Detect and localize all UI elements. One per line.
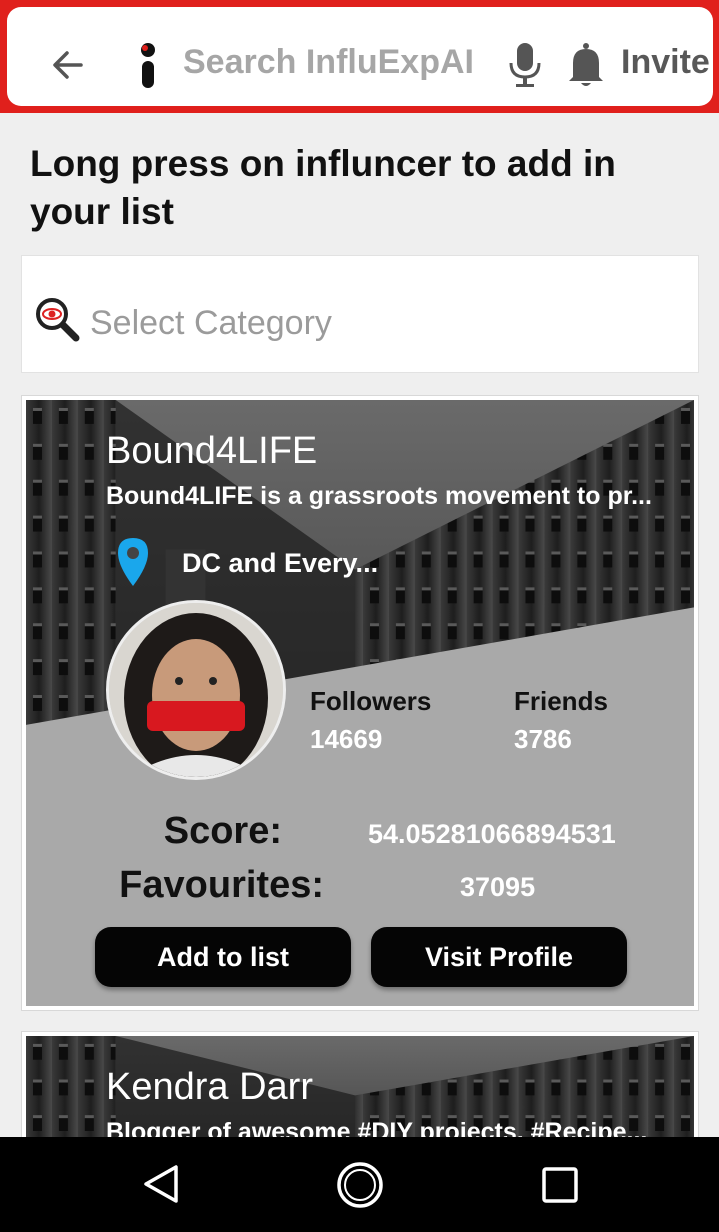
nav-recent-square-icon[interactable] — [540, 1165, 580, 1205]
favourites-value: 37095 — [460, 872, 536, 902]
influencer-card[interactable]: Bound4LIFE Bound4LIFE is a grassroots mo… — [21, 395, 699, 1011]
influencer-location: DC and Every... — [182, 548, 379, 578]
score-label: Score: — [163, 810, 282, 852]
friends-label: Friends — [514, 686, 608, 716]
category-placeholder: Select Category — [90, 304, 332, 342]
magnifier-eye-icon — [36, 298, 80, 342]
score-value: 54.05281066894531 — [368, 819, 616, 849]
influencer-name: Bound4LIFE — [106, 430, 318, 472]
favourites-label: Favourites: — [119, 864, 324, 906]
microphone-icon[interactable] — [507, 41, 543, 89]
followers-label: Followers — [310, 686, 432, 716]
nav-home-circle-icon[interactable] — [336, 1161, 384, 1209]
system-nav-bar — [0, 1137, 719, 1232]
page-hint: Long press on influncer to add in your l… — [30, 143, 616, 232]
bell-icon[interactable] — [567, 41, 605, 87]
invite-button[interactable]: Invite — [621, 43, 710, 82]
avatar — [106, 600, 286, 780]
followers-count: 14669 — [310, 724, 383, 754]
influencer-name: Kendra Darr — [106, 1066, 313, 1108]
info-logo-icon — [141, 43, 155, 88]
nav-back-triangle-icon[interactable] — [140, 1163, 182, 1205]
card-body: Bound4LIFE Bound4LIFE is a grassroots mo… — [26, 400, 694, 1006]
search-bar[interactable]: Search InfluExpAI Invite — [7, 7, 713, 106]
add-to-list-button[interactable]: Add to list — [95, 927, 351, 987]
top-app-bar: Search InfluExpAI Invite — [0, 0, 719, 113]
arrow-left-icon[interactable] — [47, 43, 91, 87]
location-pin-icon — [118, 538, 148, 586]
friends-count: 3786 — [514, 724, 572, 754]
visit-profile-button[interactable]: Visit Profile — [371, 927, 627, 987]
search-input[interactable]: Search InfluExpAI — [183, 43, 474, 82]
category-select[interactable]: Select Category — [21, 255, 699, 373]
influencer-bio: Bound4LIFE is a grassroots movement to p… — [106, 482, 652, 510]
